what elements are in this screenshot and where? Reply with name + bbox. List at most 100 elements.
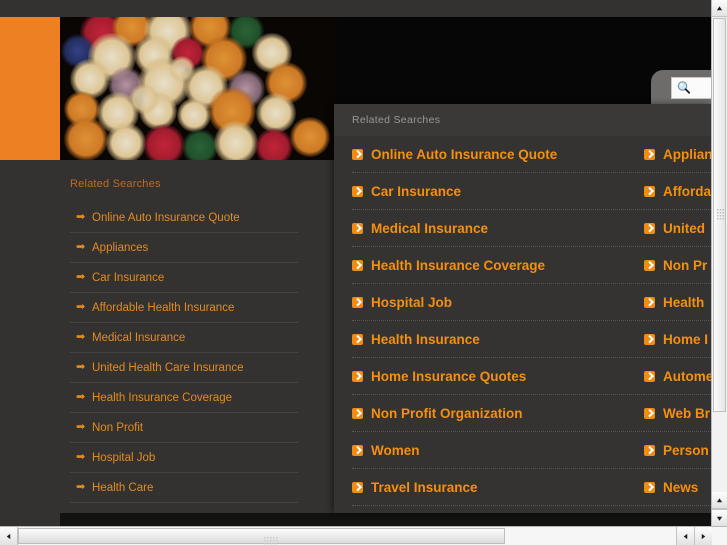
overlay-panel-title: Related Searches xyxy=(334,104,711,136)
browser-viewport: Related Searches ➡ Online Auto Insurance… xyxy=(0,0,727,545)
list-item-label: Web Br xyxy=(663,405,711,421)
chevron-right-badge-icon xyxy=(352,444,363,456)
list-item[interactable]: ➡ Car Insurance xyxy=(70,263,298,293)
list-item[interactable]: Person xyxy=(644,432,711,469)
scroll-left-button[interactable] xyxy=(0,527,18,545)
chevron-right-badge-icon xyxy=(352,259,363,271)
overlay-right-column: Applian Afforda United Non Pr Health Hom… xyxy=(644,136,711,506)
right-arrow-icon: ➡ xyxy=(76,391,86,403)
list-item[interactable]: Non Profit Organization xyxy=(352,395,644,432)
right-arrow-icon: ➡ xyxy=(76,301,86,313)
related-searches-overlay: Related Searches Online Auto Insurance Q… xyxy=(334,104,711,513)
overlay-columns: Online Auto Insurance Quote Car Insuranc… xyxy=(334,136,711,506)
footer-band xyxy=(60,513,711,526)
chevron-right-badge-icon xyxy=(644,185,655,197)
chevron-right-badge-icon xyxy=(352,296,363,308)
scroll-down-button[interactable] xyxy=(712,509,727,526)
list-item-label: Autome xyxy=(663,368,711,384)
list-item[interactable]: Travel Insurance xyxy=(352,469,644,506)
chevron-right-badge-icon xyxy=(352,148,363,160)
right-arrow-icon: ➡ xyxy=(76,241,86,253)
list-item-label: Health Insurance Coverage xyxy=(371,257,546,273)
list-item[interactable]: ➡ Medical Insurance xyxy=(70,323,298,353)
list-item-label: Non Profit xyxy=(92,421,144,434)
right-arrow-icon: ➡ xyxy=(76,211,86,223)
list-item[interactable]: ➡ Affordable Health Insurance xyxy=(70,293,298,323)
list-item[interactable]: Autome xyxy=(644,358,711,395)
list-item[interactable]: Non Pr xyxy=(644,247,711,284)
hero-bokeh-photo xyxy=(60,17,338,160)
list-item[interactable]: Online Auto Insurance Quote xyxy=(352,136,644,173)
horizontal-scroll-thumb[interactable] xyxy=(18,528,505,545)
list-item-label: Online Auto Insurance Quote xyxy=(371,146,558,162)
overlay-left-column: Online Auto Insurance Quote Car Insuranc… xyxy=(334,136,644,506)
list-item[interactable]: ➡ Hospital Job xyxy=(70,443,298,473)
vertical-scroll-thumb[interactable] xyxy=(713,18,726,412)
scroll-up-button[interactable] xyxy=(712,0,727,17)
right-arrow-icon: ➡ xyxy=(76,271,86,283)
list-item-label: Travel Insurance xyxy=(371,479,478,495)
list-item-label: Hospital Job xyxy=(92,451,156,464)
scroll-right-button[interactable] xyxy=(694,527,712,545)
left-search-list: ➡ Online Auto Insurance Quote ➡ Applianc… xyxy=(70,203,298,503)
list-item[interactable]: ➡ Appliances xyxy=(70,233,298,263)
list-item-label: United Health Care Insurance xyxy=(92,361,244,374)
list-item[interactable]: Health Insurance Coverage xyxy=(352,247,644,284)
chevron-right-badge-icon xyxy=(644,444,655,456)
chevron-right-badge-icon xyxy=(352,333,363,345)
list-item-label: Online Auto Insurance Quote xyxy=(92,211,240,224)
overlay-left-list: Online Auto Insurance Quote Car Insuranc… xyxy=(352,136,644,506)
list-item[interactable]: ➡ Health Insurance Coverage xyxy=(70,383,298,413)
right-arrow-icon: ➡ xyxy=(76,481,86,493)
list-item[interactable]: Car Insurance xyxy=(352,173,644,210)
list-item[interactable]: ➡ Online Auto Insurance Quote xyxy=(70,203,298,233)
list-item-label: United xyxy=(663,220,705,236)
list-item-label: Health Care xyxy=(92,481,154,494)
magnifier-icon xyxy=(676,80,692,96)
list-item[interactable]: ➡ United Health Care Insurance xyxy=(70,353,298,383)
list-item-label: Non Pr xyxy=(663,257,708,273)
chevron-right-badge-icon xyxy=(352,370,363,382)
vertical-scrollbar[interactable] xyxy=(711,0,727,526)
scroll-left-button-secondary[interactable] xyxy=(676,527,694,545)
list-item-label: Applian xyxy=(663,146,711,162)
chevron-right-badge-icon xyxy=(644,370,655,382)
list-item-label: Hospital Job xyxy=(371,294,453,310)
list-item[interactable]: ➡ Non Profit xyxy=(70,413,298,443)
list-item[interactable]: ➡ Health Care xyxy=(70,473,298,503)
list-item-label: Medical Insurance xyxy=(371,220,489,236)
list-item-label: Health Insurance xyxy=(371,331,480,347)
list-item-label: Non Profit Organization xyxy=(371,405,523,421)
list-item-label: Medical Insurance xyxy=(92,331,186,344)
list-item[interactable]: News xyxy=(644,469,711,506)
list-item-label: Home Insurance Quotes xyxy=(371,368,527,384)
search-box[interactable] xyxy=(671,77,711,99)
chevron-right-badge-icon xyxy=(644,148,655,160)
list-item[interactable]: Home I xyxy=(644,321,711,358)
search-input[interactable] xyxy=(692,81,711,95)
list-item[interactable]: Applian xyxy=(644,136,711,173)
scroll-grip-icon xyxy=(264,533,278,545)
list-item[interactable]: Medical Insurance xyxy=(352,210,644,247)
horizontal-scrollbar[interactable] xyxy=(0,526,727,545)
chevron-right-badge-icon xyxy=(644,222,655,234)
chevron-right-badge-icon xyxy=(644,296,655,308)
right-arrow-icon: ➡ xyxy=(76,451,86,463)
scroll-up-button-secondary[interactable] xyxy=(712,492,727,509)
list-item-label: Afforda xyxy=(663,183,711,199)
list-item-label: Health xyxy=(663,294,705,310)
list-item[interactable]: Home Insurance Quotes xyxy=(352,358,644,395)
right-arrow-icon: ➡ xyxy=(76,421,86,433)
list-item[interactable]: Health Insurance xyxy=(352,321,644,358)
chevron-right-badge-icon xyxy=(352,481,363,493)
left-panel-title: Related Searches xyxy=(70,178,161,190)
list-item[interactable]: Health xyxy=(644,284,711,321)
list-item[interactable]: Hospital Job xyxy=(352,284,644,321)
list-item-label: Person xyxy=(663,442,709,458)
list-item[interactable]: Web Br xyxy=(644,395,711,432)
list-item[interactable]: Women xyxy=(352,432,644,469)
list-item[interactable]: United xyxy=(644,210,711,247)
list-item[interactable]: Afforda xyxy=(644,173,711,210)
hero-orange-block xyxy=(0,17,60,160)
right-arrow-icon: ➡ xyxy=(76,331,86,343)
